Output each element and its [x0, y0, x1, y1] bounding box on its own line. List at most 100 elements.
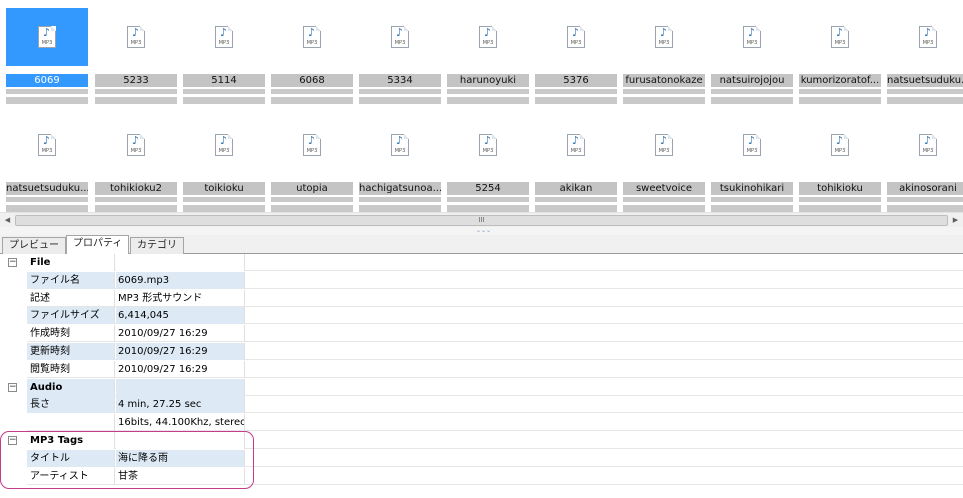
- file-name-label[interactable]: toikioku: [183, 182, 265, 195]
- file-tile[interactable]: ♪ MP3 kumorizoratof...: [799, 8, 881, 104]
- file-thumbnail[interactable]: ♪ MP3: [359, 8, 441, 66]
- scrollbar-thumb[interactable]: III: [15, 215, 948, 226]
- file-tile[interactable]: ♪ MP3 harunoyuki: [447, 8, 529, 104]
- property-row[interactable]: 16bits, 44.100Khz, stereo: [0, 414, 963, 431]
- file-thumbnail[interactable]: ♪ MP3: [887, 8, 963, 66]
- file-thumbnail[interactable]: ♪ MP3: [535, 116, 617, 174]
- file-thumbnail[interactable]: ♪ MP3: [271, 116, 353, 174]
- property-value[interactable]: 海に降る雨: [116, 450, 245, 467]
- property-group-header[interactable]: − Audio: [0, 379, 963, 396]
- tab-properties[interactable]: プロパティ: [66, 235, 130, 255]
- file-name-label[interactable]: furusatonokaze: [623, 74, 705, 87]
- pane-splitter[interactable]: ⌄⌄⌄: [0, 227, 963, 235]
- tab-category[interactable]: カテゴリ: [130, 237, 184, 254]
- property-group-header[interactable]: − File: [0, 254, 963, 271]
- file-thumbnail[interactable]: ♪ MP3: [183, 116, 265, 174]
- file-tile[interactable]: ♪ MP3 akinosorani: [887, 116, 963, 212]
- file-name-label[interactable]: 5233: [95, 74, 177, 87]
- file-thumbnail[interactable]: ♪ MP3: [95, 116, 177, 174]
- file-name-label[interactable]: tsukinohikari: [711, 182, 793, 195]
- file-thumbnail[interactable]: ♪ MP3: [6, 116, 88, 174]
- file-name-label[interactable]: natsuetsuduku...: [6, 182, 88, 195]
- property-row[interactable]: アーティスト 甘茶: [0, 468, 963, 485]
- file-thumbnail[interactable]: ♪ MP3: [359, 116, 441, 174]
- file-thumbnail[interactable]: ♪ MP3: [95, 8, 177, 66]
- file-name-label[interactable]: tohikioku: [799, 182, 881, 195]
- file-tile[interactable]: ♪ MP3 tsukinohikari: [711, 116, 793, 212]
- file-tile[interactable]: ♪ MP3 hachigatsunoa...: [359, 116, 441, 212]
- scroll-left-arrow[interactable]: ◀: [0, 213, 15, 228]
- file-name-label[interactable]: hachigatsunoa...: [359, 182, 441, 195]
- file-tile[interactable]: ♪ MP3 natsuetsuduku...: [6, 116, 88, 212]
- property-row[interactable]: ファイルサイズ 6,414,045: [0, 307, 963, 324]
- file-name-label[interactable]: 6068: [271, 74, 353, 87]
- file-tile[interactable]: ♪ MP3 5334: [359, 8, 441, 104]
- file-name-label[interactable]: akikan: [535, 182, 617, 195]
- file-thumbnail[interactable]: ♪ MP3: [535, 8, 617, 66]
- property-row[interactable]: 長さ 4 min, 27.25 sec: [0, 396, 963, 413]
- property-value[interactable]: 2010/09/27 16:29: [116, 343, 245, 360]
- property-value[interactable]: 6069.mp3: [116, 272, 245, 289]
- property-row[interactable]: 作成時刻 2010/09/27 16:29: [0, 325, 963, 342]
- file-thumbnail[interactable]: ♪ MP3: [271, 8, 353, 66]
- file-name-label[interactable]: 6069: [6, 74, 88, 87]
- file-thumbnail[interactable]: ♪ MP3: [711, 116, 793, 174]
- file-tile[interactable]: ♪ MP3 5114: [183, 8, 265, 104]
- collapse-toggle-icon[interactable]: −: [8, 436, 17, 445]
- collapse-toggle-icon[interactable]: −: [8, 258, 17, 267]
- file-tile[interactable]: ♪ MP3 tohikioku: [799, 116, 881, 212]
- file-thumbnail[interactable]: ♪ MP3: [6, 8, 88, 66]
- file-name-label[interactable]: akinosorani: [887, 182, 963, 195]
- file-thumbnail[interactable]: ♪ MP3: [887, 116, 963, 174]
- property-row[interactable]: 記述 MP3 形式サウンド: [0, 290, 963, 307]
- file-tile[interactable]: ♪ MP3 5254: [447, 116, 529, 212]
- property-value[interactable]: MP3 形式サウンド: [116, 290, 245, 307]
- file-name-label[interactable]: sweetvoice: [623, 182, 705, 195]
- file-tile[interactable]: ♪ MP3 sweetvoice: [623, 116, 705, 212]
- file-thumbnail[interactable]: ♪ MP3: [711, 8, 793, 66]
- property-group-header[interactable]: − MP3 Tags: [0, 432, 963, 449]
- file-thumbnail[interactable]: ♪ MP3: [447, 8, 529, 66]
- file-tile[interactable]: ♪ MP3 6069: [6, 8, 88, 104]
- property-value[interactable]: 4 min, 27.25 sec: [116, 396, 245, 413]
- property-value[interactable]: 甘茶: [116, 468, 245, 485]
- file-thumbnail[interactable]: ♪ MP3: [183, 8, 265, 66]
- file-thumbnail[interactable]: ♪ MP3: [799, 116, 881, 174]
- file-name-label[interactable]: natsuetsuduku...: [887, 74, 963, 87]
- file-tile[interactable]: ♪ MP3 natsuetsuduku...: [887, 8, 963, 104]
- file-name-label[interactable]: tohikioku2: [95, 182, 177, 195]
- property-row[interactable]: ファイル名 6069.mp3: [0, 272, 963, 289]
- file-name-label[interactable]: 5114: [183, 74, 265, 87]
- file-tile[interactable]: ♪ MP3 toikioku: [183, 116, 265, 212]
- file-tile[interactable]: ♪ MP3 tohikioku2: [95, 116, 177, 212]
- file-name-label[interactable]: utopia: [271, 182, 353, 195]
- file-name-label[interactable]: 5334: [359, 74, 441, 87]
- file-name-label[interactable]: kumorizoratof...: [799, 74, 881, 87]
- file-tile[interactable]: ♪ MP3 akikan: [535, 116, 617, 212]
- file-tile[interactable]: ♪ MP3 utopia: [271, 116, 353, 212]
- property-row[interactable]: タイトル 海に降る雨: [0, 450, 963, 467]
- property-value[interactable]: 16bits, 44.100Khz, stereo: [116, 414, 245, 431]
- collapse-toggle-icon[interactable]: −: [8, 383, 17, 392]
- file-name-label[interactable]: 5376: [535, 74, 617, 87]
- file-thumbnail[interactable]: ♪ MP3: [623, 116, 705, 174]
- property-row[interactable]: 更新時刻 2010/09/27 16:29: [0, 343, 963, 360]
- splitter-grip-icon[interactable]: ⌄⌄⌄: [476, 228, 491, 234]
- file-name-label[interactable]: harunoyuki: [447, 74, 529, 87]
- file-thumbnail[interactable]: ♪ MP3: [447, 116, 529, 174]
- horizontal-scrollbar[interactable]: ◀ III ▶: [0, 212, 963, 227]
- file-tile[interactable]: ♪ MP3 6068: [271, 8, 353, 104]
- scroll-right-arrow[interactable]: ▶: [948, 213, 963, 228]
- tab-preview[interactable]: プレビュー: [2, 237, 66, 254]
- file-thumbnail[interactable]: ♪ MP3: [799, 8, 881, 66]
- file-thumbnail[interactable]: ♪ MP3: [623, 8, 705, 66]
- file-name-label[interactable]: natsuirojojou: [711, 74, 793, 87]
- file-tile[interactable]: ♪ MP3 5233: [95, 8, 177, 104]
- property-value[interactable]: 6,414,045: [116, 307, 245, 324]
- property-value[interactable]: 2010/09/27 16:29: [116, 325, 245, 342]
- file-name-label[interactable]: 5254: [447, 182, 529, 195]
- file-tile[interactable]: ♪ MP3 natsuirojojou: [711, 8, 793, 104]
- property-row[interactable]: 閲覧時刻 2010/09/27 16:29: [0, 361, 963, 378]
- property-value[interactable]: 2010/09/27 16:29: [116, 361, 245, 378]
- file-tile[interactable]: ♪ MP3 furusatonokaze: [623, 8, 705, 104]
